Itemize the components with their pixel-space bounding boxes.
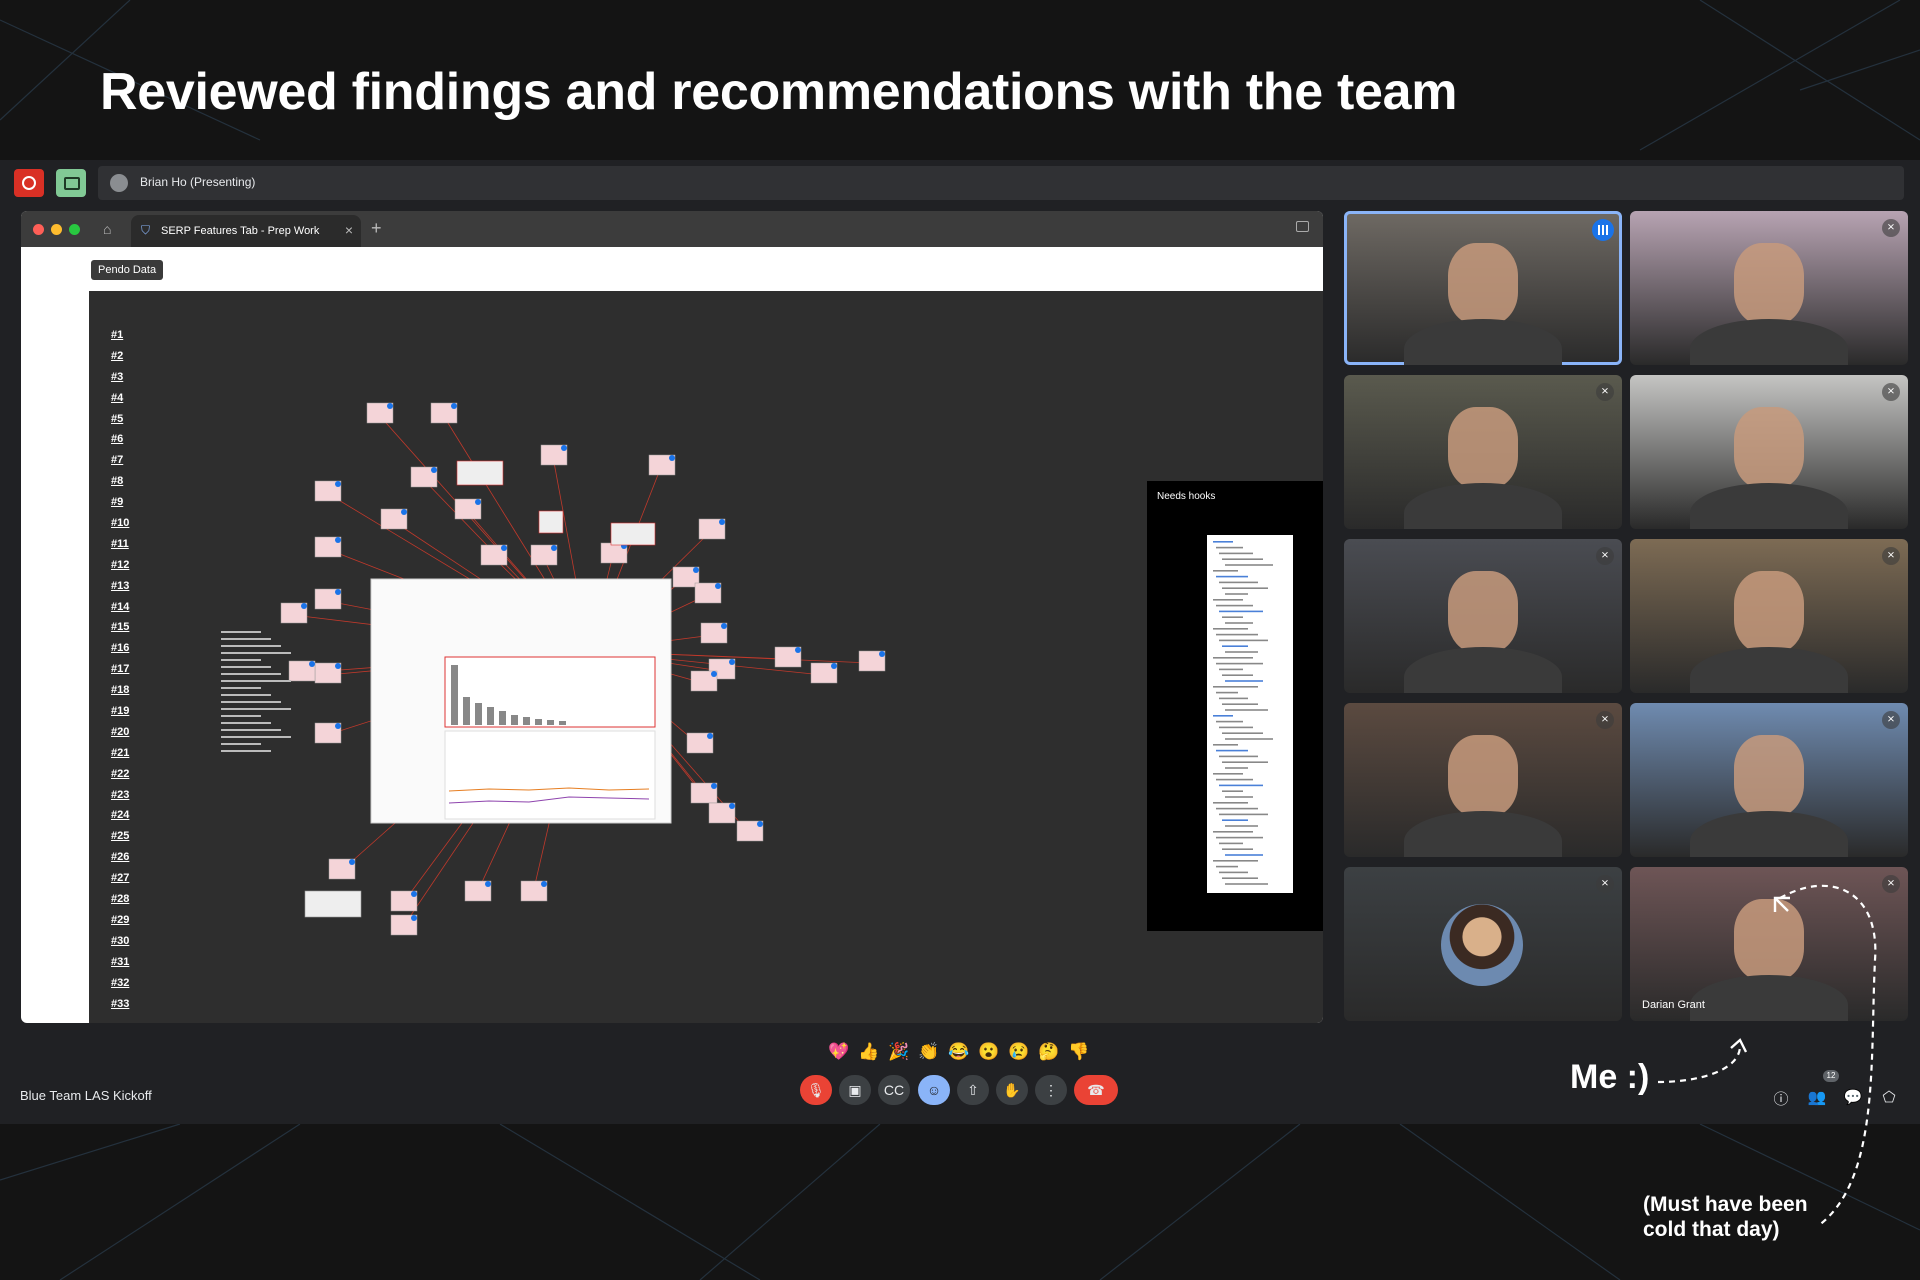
cold-arrow [1779, 884, 1877, 1227]
me-annotation: Me :) [1570, 1058, 1650, 1096]
me-arrow [1657, 1045, 1742, 1084]
cold-annotation: (Must have been cold that day) [1643, 1193, 1808, 1241]
